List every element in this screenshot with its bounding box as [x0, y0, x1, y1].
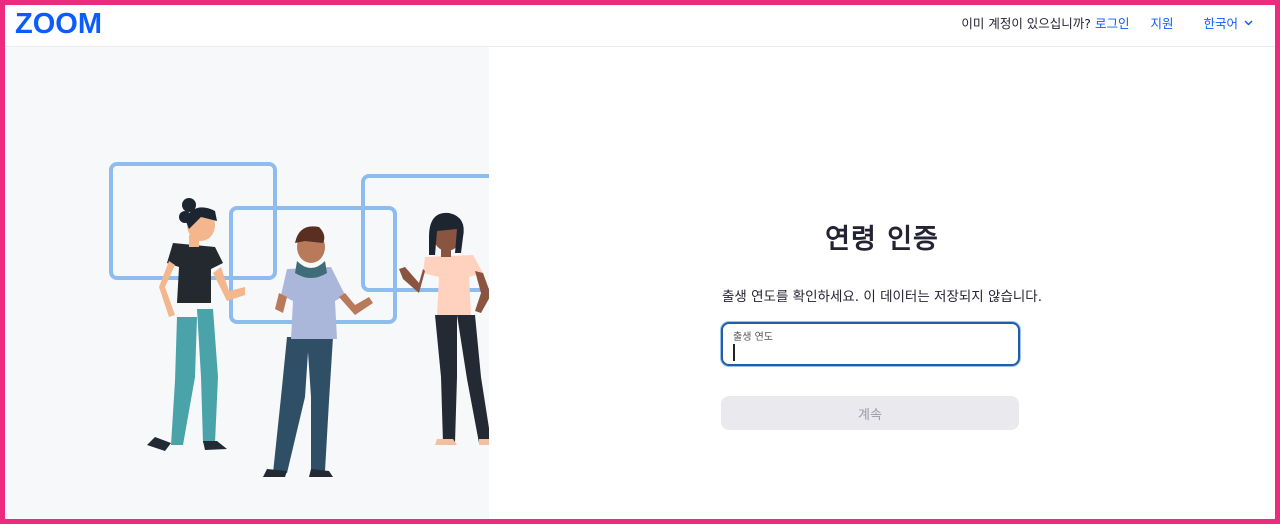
person-right — [399, 212, 489, 445]
chevron-down-icon — [1244, 20, 1253, 25]
top-navigation-bar: ZOOM 이미 계정이 있으십니까? 로그인 지원 한국어 — [5, 5, 1275, 47]
zoom-logo[interactable]: ZOOM — [15, 8, 115, 42]
age-verification-panel: 연령 인증 출생 연도를 확인하세요. 이 데이터는 저장되지 않습니다. 출생… — [489, 47, 1275, 519]
birth-year-input[interactable]: 출생 연도 — [721, 322, 1020, 366]
page-title: 연령 인증 — [825, 224, 939, 255]
continue-button[interactable]: 계속 — [721, 396, 1019, 430]
language-selector[interactable]: 한국어 — [1203, 13, 1253, 32]
account-question-text: 이미 계정이 있으십니까? — [961, 16, 1091, 31]
text-caret — [733, 344, 735, 361]
zoom-logo-image: ZOOM — [15, 8, 102, 40]
svg-text:ZOOM: ZOOM — [15, 8, 102, 38]
people-video-illustration — [109, 162, 489, 477]
header-nav: 이미 계정이 있으십니까? 로그인 지원 한국어 — [961, 13, 1253, 32]
support-link[interactable]: 지원 — [1150, 13, 1173, 32]
login-link[interactable]: 로그인 — [1095, 13, 1130, 32]
birth-year-label: 출생 연도 — [733, 332, 773, 343]
illustration-panel — [5, 47, 489, 519]
language-label: 한국어 — [1203, 16, 1238, 31]
person-middle — [263, 226, 373, 477]
page-frame: ZOOM 이미 계정이 있으십니까? 로그인 지원 한국어 연령 인증 출생 연… — [0, 0, 1280, 524]
instructions-text: 출생 연도를 확인하세요. 이 데이터는 저장되지 않습니다. — [722, 289, 1042, 305]
